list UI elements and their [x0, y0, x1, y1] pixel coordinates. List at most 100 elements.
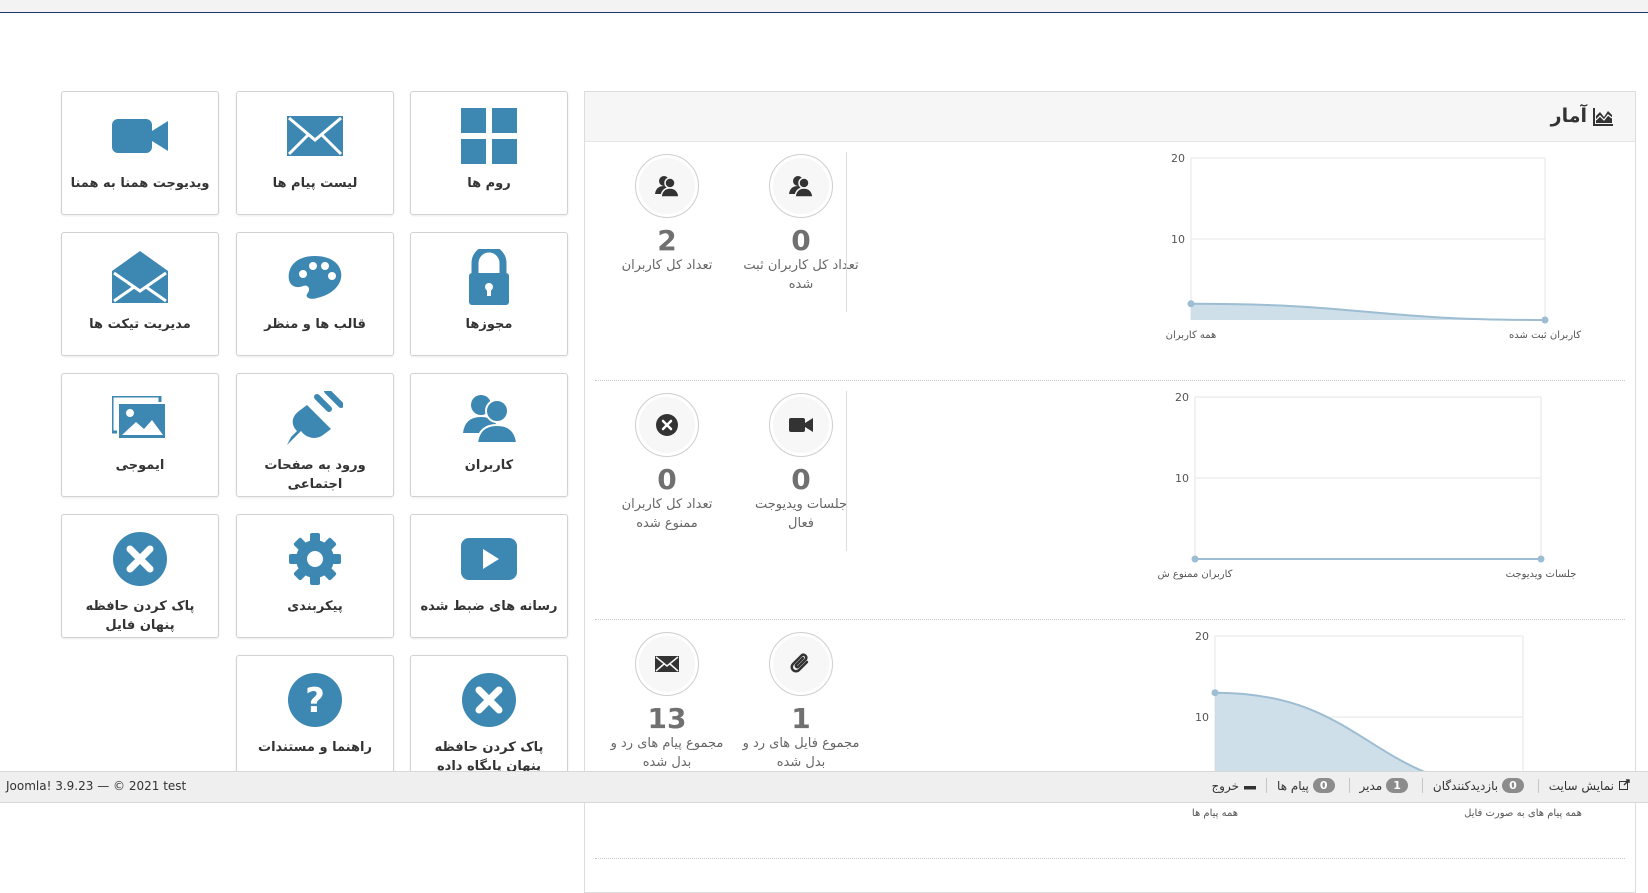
top-toolbar	[0, 0, 1648, 13]
messages-item[interactable]: 0 پیام ها	[1266, 778, 1349, 793]
view-site-link[interactable]: نمایش سایت	[1537, 778, 1640, 793]
divider	[846, 391, 847, 551]
y-tick-label: 10	[1171, 233, 1185, 246]
divider	[846, 152, 847, 312]
logout-link[interactable]: خروج	[1201, 779, 1266, 793]
visitors-item[interactable]: 0 بازدیدکنندگان	[1421, 778, 1538, 793]
stat-files-exchanged: 1 مجموع فایل های رد و بدل شده	[741, 632, 861, 772]
messages-badge: 0	[1312, 778, 1335, 793]
users-chart: 20 10 همه کاربران کاربران ثبت شده	[1166, 152, 1582, 341]
admins-badge: 1	[1386, 778, 1408, 793]
tile-messages-list[interactable]: لیست پیام ها	[236, 91, 394, 215]
stats-row-sessions: 0 جلسات ویدیوجت فعال 0 تعداد کل کاربران …	[595, 381, 1625, 620]
tile-themes[interactable]: قالب ها و منظر	[236, 232, 394, 356]
tile-help[interactable]: ? راهنما و مستندات	[236, 655, 394, 779]
tile-label: کاربران	[464, 458, 514, 473]
stats-row-messages: 1 مجموع فایل های رد و بدل شده 13 مجموع پ…	[595, 620, 1625, 859]
data-point	[1211, 689, 1219, 697]
visitors-label: بازدیدکنندگان	[1432, 778, 1499, 793]
visitors-badge: 0	[1502, 778, 1524, 793]
stat-registered-users: 0 تعداد کل کاربران ثبت شده	[741, 154, 861, 294]
area-chart-icon	[1593, 108, 1613, 130]
y-tick-label: 10	[1195, 711, 1209, 724]
tile-label: مدیریت تیکت ها	[89, 317, 191, 332]
tile-label: قالب ها و منظر	[264, 317, 366, 332]
tile-label: لیست پیام ها	[272, 176, 358, 191]
tile-configuration[interactable]: پیکربندی	[236, 514, 394, 638]
close-circle-icon	[411, 668, 567, 732]
stat-label: مجموع پیام های رد و بدل شده	[610, 736, 724, 770]
stat-value: 1	[791, 702, 811, 735]
admins-label: مدیر	[1359, 778, 1383, 793]
close-circle-icon	[62, 527, 218, 591]
stat-value: 13	[647, 702, 687, 735]
tile-label: پیکربندی	[287, 599, 343, 614]
svg-text:?: ?	[305, 681, 325, 721]
stat-value: 0	[791, 224, 811, 257]
x-tick-label: همه پیام های به صورت فایل	[1464, 808, 1582, 819]
messages-label: پیام ها	[1277, 778, 1309, 793]
data-point	[1191, 555, 1199, 563]
stat-label: جلسات ویدیوجت فعال	[754, 497, 848, 531]
y-tick-label: 20	[1195, 630, 1209, 643]
tile-social-login[interactable]: ورود به صفحات اجتماعی	[236, 373, 394, 497]
tile-permissions[interactable]: مجوزها	[410, 232, 568, 356]
tile-ticket-manager[interactable]: مدیریت تیکت ها	[61, 232, 219, 356]
view-site-label: نمایش سایت	[1548, 778, 1614, 793]
stat-banned-users: 0 تعداد کل کاربران ممنوع شده	[607, 393, 727, 533]
tile-label: ویدیوجت همنا به همنا	[70, 176, 210, 191]
stat-value: 0	[791, 463, 811, 496]
tile-label: راهنما و مستندات	[258, 740, 372, 755]
stat-total-users: 2 تعداد کل کاربران	[607, 154, 727, 275]
tile-rooms[interactable]: روم ها	[410, 91, 568, 215]
stat-label: تعداد کل کاربران ممنوع شده	[621, 497, 713, 531]
close-circle-icon	[635, 393, 699, 457]
lock-icon	[411, 245, 567, 309]
envelope-icon	[635, 632, 699, 696]
tile-users[interactable]: کاربران	[410, 373, 568, 497]
tile-clear-file-cache[interactable]: پاک کردن حافظه پنهان فایل	[61, 514, 219, 638]
data-point	[1537, 555, 1545, 563]
video-camera-icon	[769, 393, 833, 457]
envelope-open-icon	[62, 245, 218, 309]
x-tick-label: جلسات ویدیوجت	[1506, 569, 1577, 580]
x-tick-label: همه کاربران	[1166, 330, 1217, 341]
tile-label: روم ها	[467, 176, 511, 191]
tile-clear-db-cache[interactable]: پاک کردن حافظه پنهان پایگاه داده	[410, 655, 568, 779]
x-tick-label: کاربران ممنوع ش	[1158, 569, 1233, 580]
paperclip-icon	[769, 632, 833, 696]
stat-value: 0	[657, 463, 677, 496]
stat-label: مجموع فایل های رد و بدل شده	[742, 736, 860, 770]
envelope-icon	[237, 104, 393, 168]
tile-label: ایموجی	[115, 458, 165, 473]
stat-label: تعداد کل کاربران ثبت شده	[743, 258, 859, 292]
x-tick-label: کاربران ثبت شده	[1509, 330, 1581, 341]
data-point	[1187, 300, 1195, 308]
stat-label: تعداد کل کاربران	[621, 258, 713, 273]
stats-row-users: 0 تعداد کل کاربران ثبت شده 2 تعداد کل کا…	[595, 142, 1625, 381]
sessions-chart: 20 10 کاربران ممنوع ش جلسات ویدیوجت	[1158, 391, 1577, 580]
status-bar: Joomla! 3.9.23 — © 2021 test نمایش سایت …	[0, 771, 1648, 803]
stat-messages-exchanged: 13 مجموع پیام های رد و بدل شده	[607, 632, 727, 772]
admins-item[interactable]: 1 مدیر	[1348, 778, 1422, 793]
tile-label: ورود به صفحات اجتماعی	[264, 458, 366, 492]
plug-icon	[237, 386, 393, 450]
logout-label: خروج	[1211, 778, 1240, 793]
y-tick-label: 20	[1175, 391, 1189, 404]
y-tick-label: 20	[1171, 152, 1185, 165]
tile-emoji[interactable]: ایموجی	[61, 373, 219, 497]
tile-label: پاک کردن حافظه پنهان فایل	[85, 599, 195, 633]
status-links: نمایش سایت 0 بازدیدکنندگان 1 مدیر 0 پیام…	[1201, 778, 1640, 793]
stat-value: 2	[657, 224, 677, 257]
panel-header: آمار	[585, 92, 1635, 142]
external-link-icon	[1619, 778, 1630, 793]
question-circle-icon: ?	[237, 668, 393, 732]
tile-video-widget[interactable]: ویدیوجت همنا به همنا	[61, 91, 219, 215]
tile-recorded-media[interactable]: رسانه های ضبط شده	[410, 514, 568, 638]
users-icon	[411, 386, 567, 450]
data-point	[1541, 316, 1549, 324]
palette-icon	[237, 245, 393, 309]
panel-title: آمار	[1550, 105, 1587, 127]
minus-icon	[1244, 779, 1257, 793]
y-tick-label: 10	[1175, 472, 1189, 485]
